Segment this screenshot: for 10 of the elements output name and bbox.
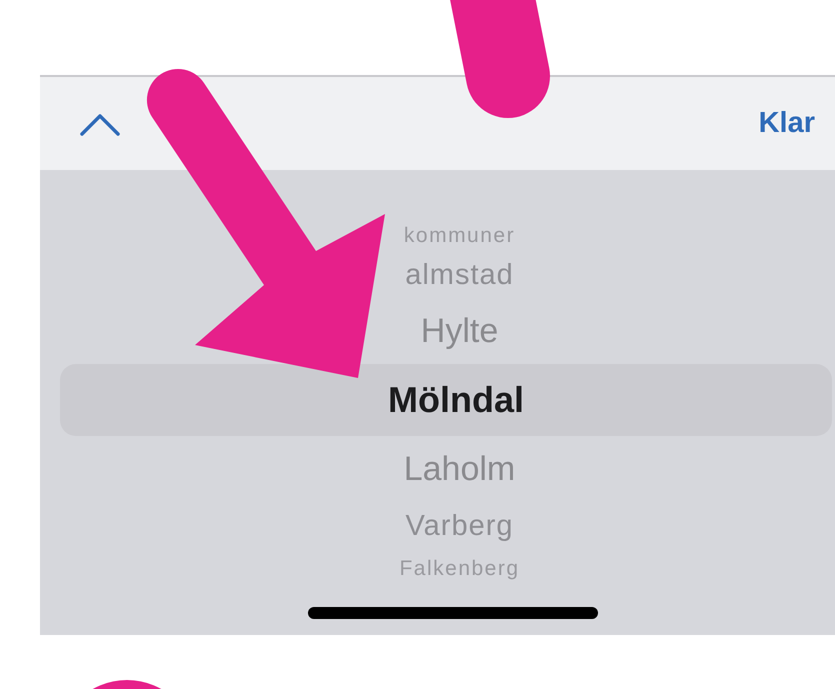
picker-item[interactable]: almstad: [40, 254, 835, 298]
picker-item[interactable]: Mölndal: [60, 364, 832, 436]
picker-item[interactable]: Hylte: [40, 298, 835, 364]
picker-item[interactable]: kommuner: [40, 218, 835, 254]
picker-wheel[interactable]: kommuner almstad Hylte Mölndal Laholm Varberg Falkenberg: [40, 170, 835, 635]
picker-item[interactable]: Laholm: [40, 436, 835, 502]
chevron-up-icon[interactable]: [80, 112, 120, 136]
done-button[interactable]: Klar: [758, 102, 815, 146]
picker-item[interactable]: Falkenberg: [40, 552, 835, 586]
picker-item[interactable]: Varberg: [40, 502, 835, 552]
